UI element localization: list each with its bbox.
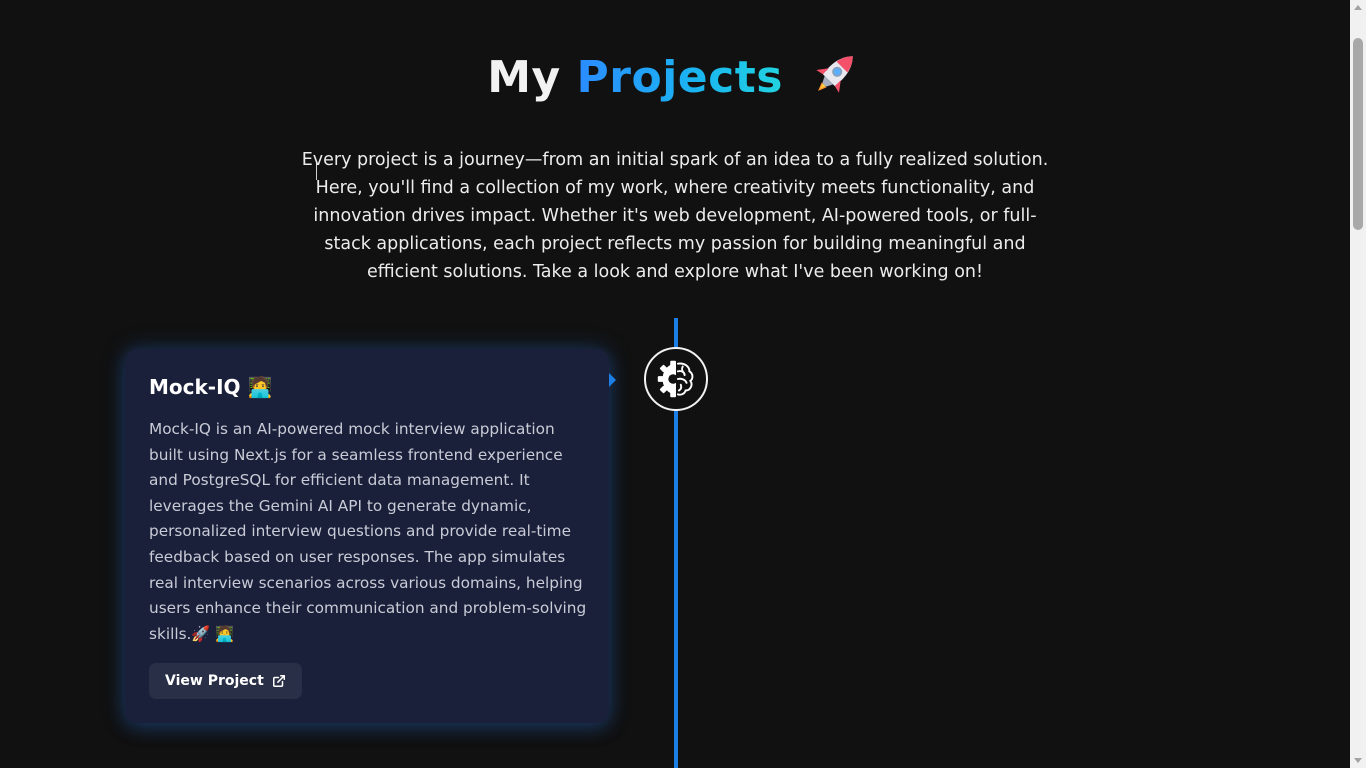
title-word-my: My [487, 52, 561, 103]
gear-brain-icon [657, 360, 694, 398]
scroll-up-arrow-icon[interactable] [1354, 5, 1362, 10]
view-project-label: View Project [165, 673, 264, 689]
card-pointer-arrow [609, 373, 616, 387]
rocket-icon [816, 56, 853, 93]
timeline-node [644, 347, 708, 411]
project-title-text: Mock-IQ [149, 375, 241, 399]
technologist-emoji: 🧑‍💻 [247, 375, 273, 399]
scroll-down-arrow-icon[interactable] [1354, 758, 1362, 763]
project-card: Mock-IQ 🧑‍💻 Mock-IQ is an AI-powered moc… [125, 349, 609, 723]
projects-page: My Projects Every project is a journey—f… [0, 0, 1366, 768]
scrollbar[interactable] [1350, 0, 1366, 768]
intro-paragraph: Every project is a journey—from an initi… [301, 149, 1049, 282]
page-title: My Projects [0, 46, 1350, 108]
project-title: Mock-IQ 🧑‍💻 [149, 373, 272, 401]
project-description: Mock-IQ is an AI-powered mock interview … [149, 420, 587, 643]
title-word-projects: Projects [576, 52, 783, 103]
view-project-button[interactable]: View Project [149, 663, 302, 699]
external-link-icon [272, 674, 285, 688]
scroll-thumb[interactable] [1353, 38, 1363, 230]
